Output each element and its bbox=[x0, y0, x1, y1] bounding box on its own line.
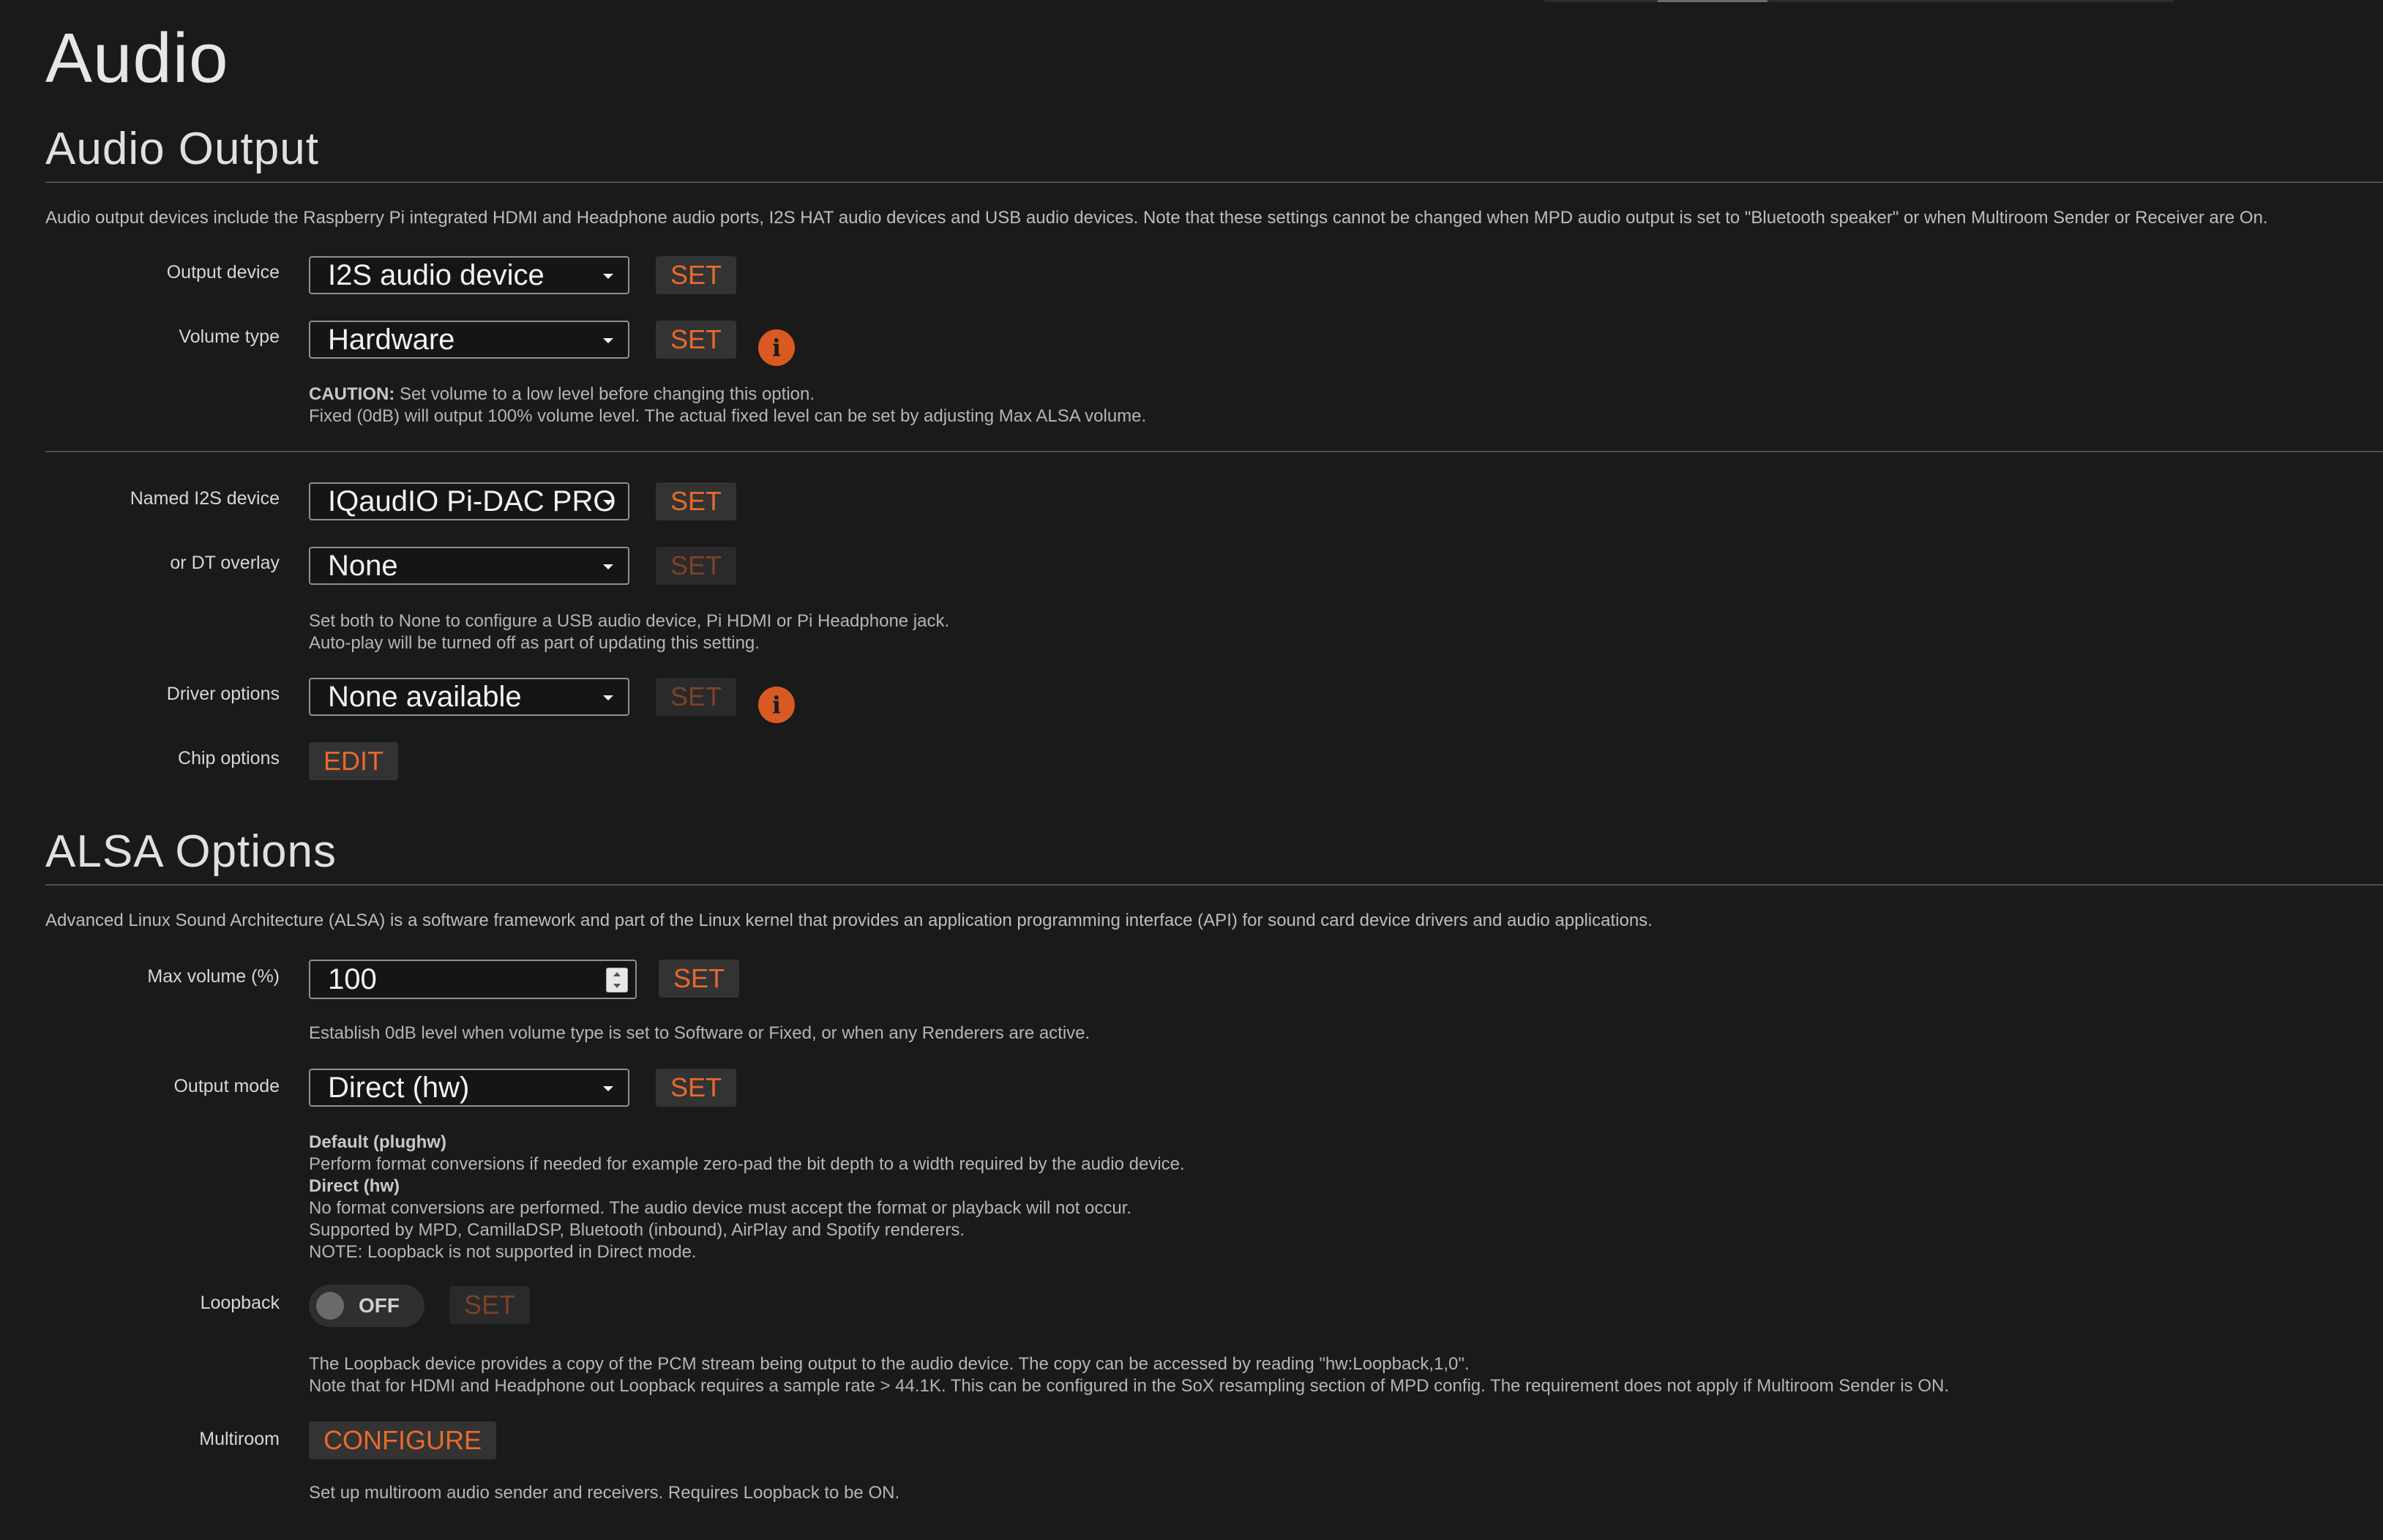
number-stepper-icon[interactable] bbox=[606, 968, 628, 993]
output-mode-help-line3: Supported by MPD, CamillaDSP, Bluetooth … bbox=[309, 1220, 965, 1240]
page-title: Audio bbox=[45, 19, 229, 97]
dt-overlay-help-line2: Auto-play will be turned off as part of … bbox=[309, 633, 760, 653]
dt-overlay-set-button[interactable]: SET bbox=[656, 547, 737, 585]
volume-type-value: Hardware bbox=[328, 324, 455, 356]
loopback-toggle[interactable]: OFF bbox=[309, 1285, 424, 1327]
driver-options-set-button[interactable]: SET bbox=[656, 678, 737, 716]
chevron-down-icon bbox=[603, 500, 613, 505]
caution-text: Set volume to a low level before changin… bbox=[394, 384, 815, 404]
multiroom-configure-button[interactable]: CONFIGURE bbox=[309, 1421, 496, 1459]
driver-options-select[interactable]: None available bbox=[309, 678, 629, 716]
named-i2s-select[interactable]: IQaudIO Pi-DAC PRO bbox=[309, 482, 629, 520]
chevron-down-icon bbox=[603, 338, 613, 343]
multiroom-help: Set up multiroom audio sender and receiv… bbox=[309, 1483, 900, 1503]
loopback-label: Loopback bbox=[200, 1293, 280, 1313]
named-i2s-set-button[interactable]: SET bbox=[656, 482, 737, 520]
output-mode-label: Output mode bbox=[173, 1076, 280, 1096]
output-mode-select[interactable]: Direct (hw) bbox=[309, 1069, 629, 1107]
output-mode-help-line2: No format conversions are performed. The… bbox=[309, 1198, 1132, 1218]
loopback-help-line2: Note that for HDMI and Headphone out Loo… bbox=[309, 1376, 1949, 1396]
dt-overlay-help: Set both to None to configure a USB audi… bbox=[309, 610, 949, 654]
loopback-set-button[interactable]: SET bbox=[449, 1286, 531, 1324]
named-i2s-label: Named I2S device bbox=[130, 488, 280, 509]
output-mode-help: Default (plughw) Perform format conversi… bbox=[309, 1132, 1185, 1263]
max-volume-help: Establish 0dB level when volume type is … bbox=[309, 1023, 1091, 1043]
driver-options-label: Driver options bbox=[166, 684, 280, 704]
output-mode-help-line1: Perform format conversions if needed for… bbox=[309, 1154, 1185, 1174]
output-mode-help-line4: NOTE: Loopback is not supported in Direc… bbox=[309, 1242, 697, 1262]
volume-type-info-icon[interactable]: i bbox=[758, 329, 795, 366]
section-title-alsa-options: ALSA Options bbox=[45, 826, 337, 877]
output-mode-help-heading1: Default (plughw) bbox=[309, 1132, 446, 1152]
driver-options-value: None available bbox=[328, 681, 522, 713]
chevron-down-icon bbox=[603, 695, 613, 700]
dt-overlay-select[interactable]: None bbox=[309, 547, 629, 585]
output-device-label: Output device bbox=[166, 262, 280, 283]
subsection-divider bbox=[45, 451, 2383, 452]
max-volume-label: Max volume (%) bbox=[147, 966, 280, 987]
audio-output-description: Audio output devices include the Raspber… bbox=[45, 208, 2268, 228]
chevron-down-icon bbox=[603, 564, 613, 569]
named-i2s-value: IQaudIO Pi-DAC PRO bbox=[328, 485, 616, 517]
top-nav-active-indicator bbox=[1658, 0, 1767, 2]
alsa-description: Advanced Linux Sound Architecture (ALSA)… bbox=[45, 911, 1653, 930]
loopback-help: The Loopback device provides a copy of t… bbox=[309, 1353, 1949, 1397]
multiroom-label: Multiroom bbox=[199, 1429, 280, 1449]
dt-overlay-help-line1: Set both to None to configure a USB audi… bbox=[309, 611, 950, 631]
top-nav-strip bbox=[1544, 0, 2174, 2]
output-device-set-button[interactable]: SET bbox=[656, 256, 737, 294]
output-mode-value: Direct (hw) bbox=[328, 1072, 470, 1104]
max-volume-set-button[interactable]: SET bbox=[659, 960, 740, 998]
dt-overlay-label: or DT overlay bbox=[170, 553, 280, 573]
output-device-value: I2S audio device bbox=[328, 259, 545, 291]
output-device-select[interactable]: I2S audio device bbox=[309, 256, 629, 294]
section-divider bbox=[45, 884, 2383, 886]
dt-overlay-value: None bbox=[328, 550, 398, 582]
chevron-down-icon bbox=[603, 274, 613, 279]
output-mode-set-button[interactable]: SET bbox=[656, 1069, 737, 1107]
volume-type-help-line2: Fixed (0dB) will output 100% volume leve… bbox=[309, 406, 1147, 426]
caution-label: CAUTION: bbox=[309, 384, 395, 404]
loopback-help-line1: The Loopback device provides a copy of t… bbox=[309, 1354, 1470, 1374]
volume-type-label: Volume type bbox=[179, 326, 280, 347]
section-title-audio-output: Audio Output bbox=[45, 124, 319, 174]
max-volume-value: 100 bbox=[328, 963, 377, 995]
volume-type-set-button[interactable]: SET bbox=[656, 321, 737, 359]
chip-options-edit-button[interactable]: EDIT bbox=[309, 742, 399, 780]
section-divider bbox=[45, 182, 2383, 183]
toggle-knob bbox=[316, 1292, 344, 1320]
output-mode-help-heading2: Direct (hw) bbox=[309, 1176, 400, 1196]
loopback-toggle-state: OFF bbox=[359, 1294, 400, 1317]
driver-options-info-icon[interactable]: i bbox=[758, 687, 795, 723]
volume-type-help: CAUTION: Set volume to a low level befor… bbox=[309, 384, 1146, 427]
chip-options-label: Chip options bbox=[178, 748, 280, 769]
chevron-down-icon bbox=[603, 1086, 613, 1091]
max-volume-input[interactable]: 100 bbox=[309, 960, 637, 999]
volume-type-select[interactable]: Hardware bbox=[309, 321, 629, 359]
